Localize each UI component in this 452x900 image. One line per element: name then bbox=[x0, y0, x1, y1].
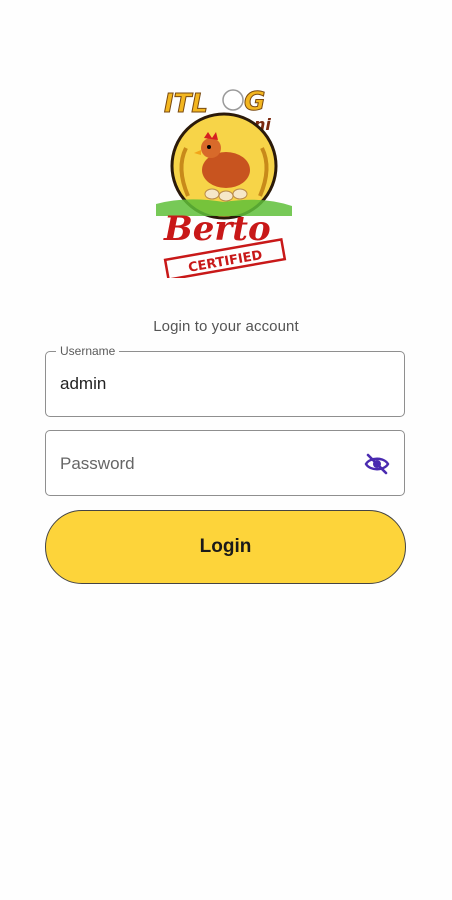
app-logo: ITL G ni Berto CERTIFIED bbox=[146, 78, 298, 278]
password-placeholder: Password bbox=[60, 454, 135, 473]
username-label: Username bbox=[56, 344, 120, 358]
svg-text:CERTIFIED: CERTIFIED bbox=[187, 248, 264, 276]
login-screen: ITL G ni Berto CERTIFIED Login to your a… bbox=[0, 0, 452, 900]
password-field[interactable]: Password bbox=[45, 430, 405, 496]
svg-text:ITL: ITL bbox=[164, 89, 208, 119]
eye-off-icon[interactable] bbox=[364, 452, 390, 476]
svg-text:G: G bbox=[244, 87, 265, 117]
login-subtitle: Login to your account bbox=[153, 318, 299, 335]
itlog-ni-berto-logo-image: ITL G ni Berto CERTIFIED bbox=[156, 87, 292, 278]
username-input-value[interactable]: admin bbox=[60, 374, 106, 394]
username-field[interactable]: Username admin bbox=[45, 344, 405, 417]
login-button[interactable]: Login bbox=[45, 510, 406, 584]
